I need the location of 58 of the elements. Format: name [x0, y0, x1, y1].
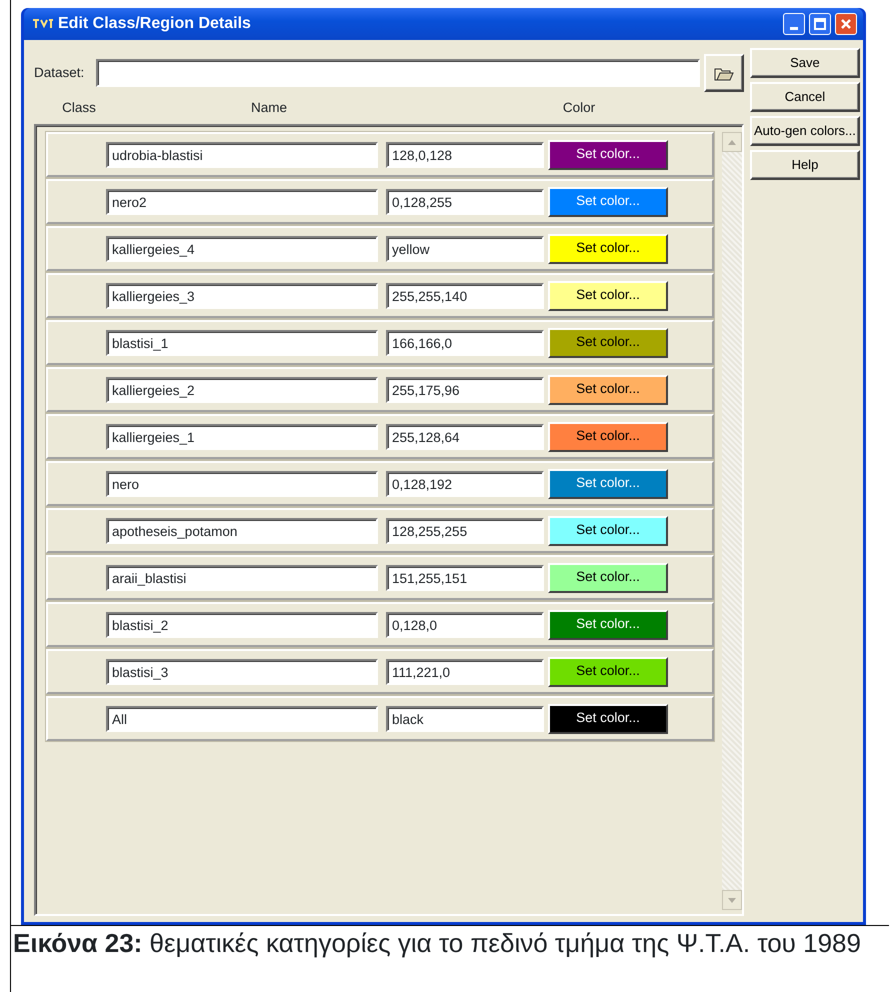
color-field[interactable]: 255,255,140 [386, 282, 544, 308]
color-field[interactable]: 0,128,255 [386, 188, 544, 214]
color-field[interactable]: 128,255,255 [386, 518, 544, 544]
open-folder-button[interactable] [704, 54, 744, 92]
name-field[interactable]: kalliergeies_3 [106, 282, 378, 308]
set-color-button[interactable]: Set color... [548, 280, 668, 310]
name-field[interactable]: udrobia-blastisi [106, 142, 378, 168]
dialog-button[interactable]: Auto-gen colors... [750, 116, 860, 146]
dialog-button[interactable]: Help [750, 150, 860, 180]
set-color-button[interactable]: Set color... [548, 328, 668, 358]
color-field[interactable]: 128,0,128 [386, 142, 544, 168]
color-field[interactable]: 151,255,151 [386, 564, 544, 590]
color-field[interactable]: 111,221,0 [386, 658, 544, 684]
name-field[interactable]: kalliergeies_4 [106, 236, 378, 262]
dataset-field[interactable] [96, 59, 700, 87]
set-color-button[interactable]: Set color... [548, 374, 668, 404]
name-field[interactable]: araii_blastisi [106, 564, 378, 590]
name-field[interactable]: blastisi_1 [106, 330, 378, 356]
set-color-button[interactable]: Set color... [548, 234, 668, 264]
set-color-button[interactable]: Set color... [548, 562, 668, 592]
dataset-label: Dataset: [34, 64, 86, 82]
set-color-button[interactable]: Set color... [548, 704, 668, 734]
column-header: Class [62, 100, 96, 115]
color-field[interactable]: 166,166,0 [386, 330, 544, 356]
minimize-icon [790, 26, 798, 30]
name-field[interactable]: nero2 [106, 188, 378, 214]
name-field[interactable]: kalliergeies_2 [106, 376, 378, 402]
color-field[interactable]: 255,128,64 [386, 424, 544, 450]
set-color-button[interactable]: Set color... [548, 516, 668, 546]
name-field[interactable]: All [106, 706, 378, 732]
color-field[interactable]: yellow [386, 236, 544, 262]
set-color-button[interactable]: Set color... [548, 610, 668, 640]
close-icon [840, 18, 852, 30]
color-field[interactable]: 0,128,192 [386, 470, 544, 496]
window-title: Edit Class/Region Details [58, 14, 251, 34]
maximize-icon [814, 18, 826, 30]
column-header: Color [562, 100, 596, 115]
close-button[interactable] [835, 13, 857, 35]
minimize-button[interactable] [783, 13, 805, 35]
name-field[interactable]: kalliergeies_1 [106, 424, 378, 450]
name-field[interactable]: blastisi_3 [106, 658, 378, 684]
set-color-button[interactable]: Set color... [548, 468, 668, 498]
maximize-button[interactable] [809, 13, 831, 35]
figure-caption: Εικόνα 23: θεματικές κατηγορίες για το πεδινό τμήμα της Ψ.Τ.Α. του 1989 [11, 925, 889, 958]
color-field[interactable]: 0,128,0 [386, 612, 544, 638]
app-icon [32, 18, 54, 30]
set-color-button[interactable]: Set color... [548, 186, 668, 216]
name-field[interactable]: apotheseis_potamon [106, 518, 378, 544]
name-field[interactable]: blastisi_2 [106, 612, 378, 638]
dialog-button[interactable]: Save [750, 48, 860, 78]
dialog-button[interactable]: Cancel [750, 82, 860, 112]
set-color-button[interactable]: Set color... [548, 422, 668, 452]
color-field[interactable]: black [386, 706, 544, 732]
set-color-button[interactable]: Set color... [548, 656, 668, 686]
name-field[interactable]: nero [106, 470, 378, 496]
set-color-button[interactable]: Set color... [548, 140, 668, 170]
column-header: Name [250, 100, 287, 115]
color-field[interactable]: 255,175,96 [386, 376, 544, 402]
